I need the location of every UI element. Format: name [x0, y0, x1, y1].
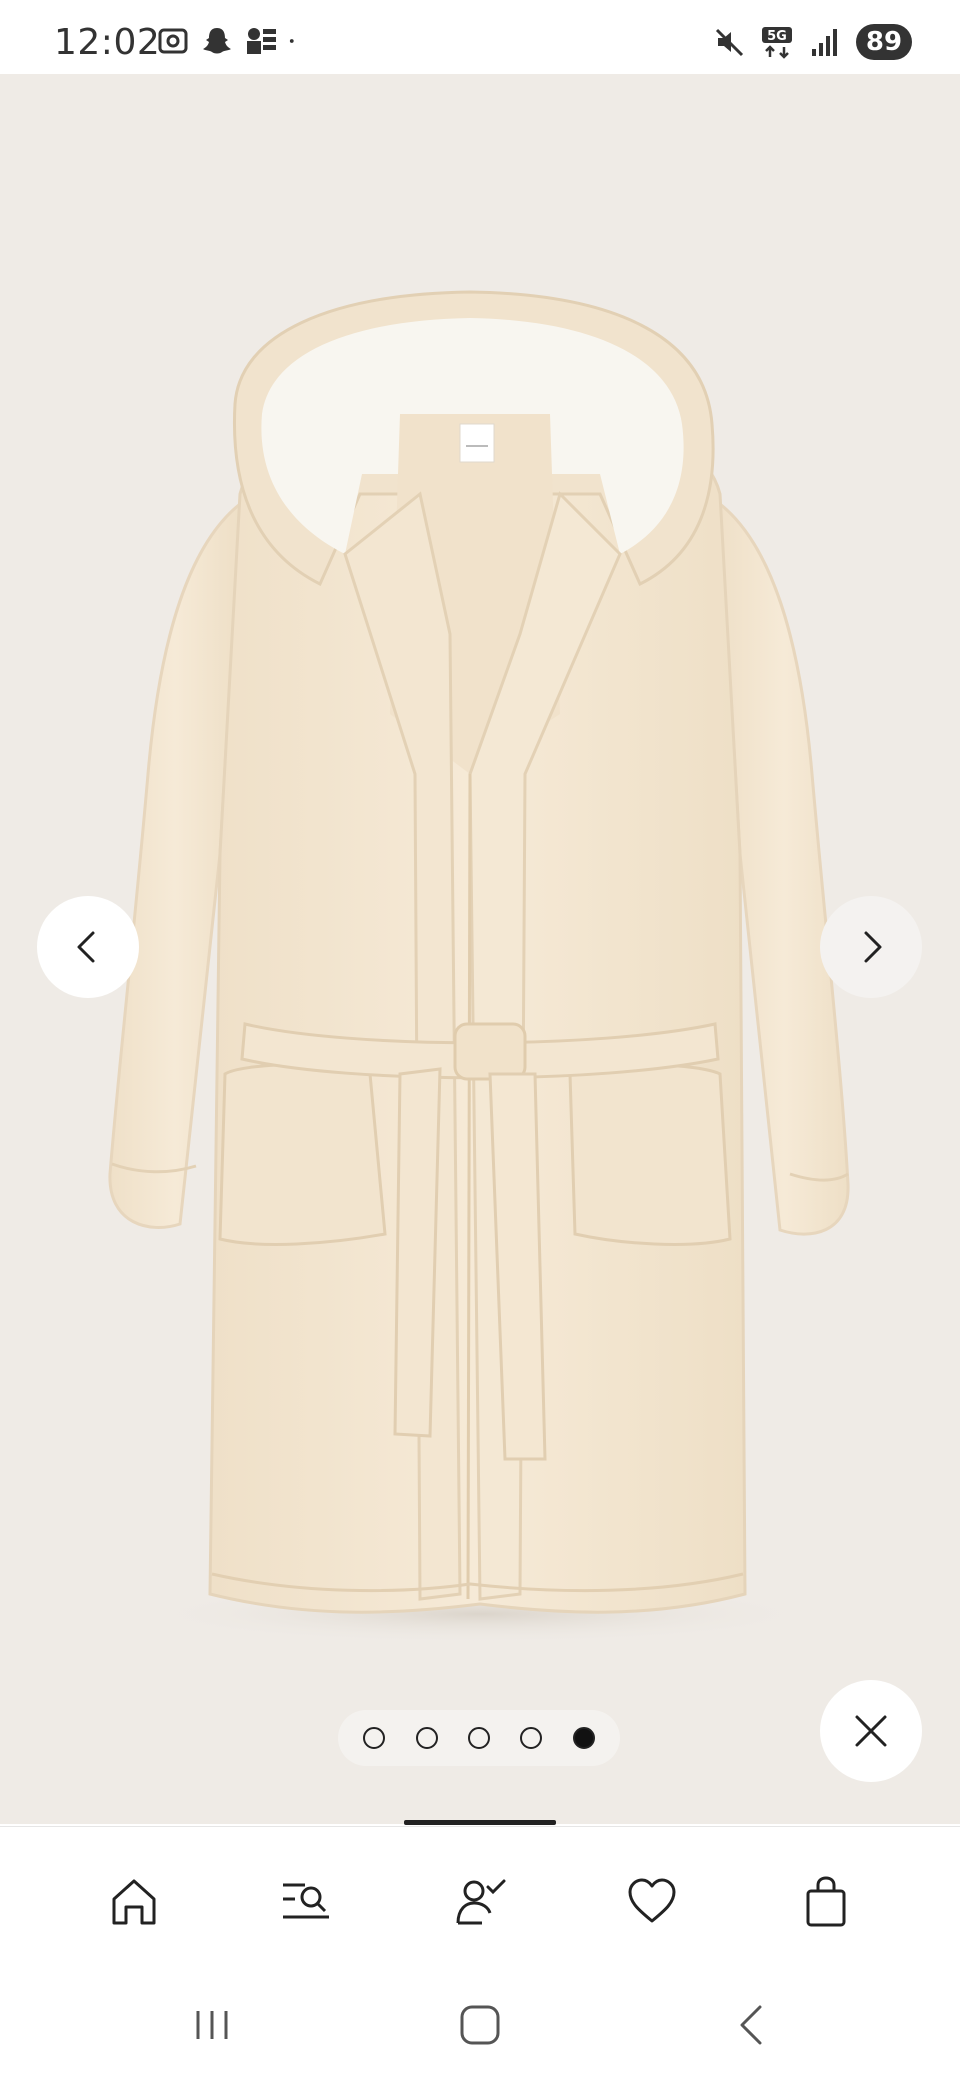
status-time: 12:02 [54, 22, 161, 63]
bottom-navigation [0, 1826, 960, 1971]
close-icon [855, 1715, 887, 1747]
pagination-dot-3[interactable] [467, 1727, 490, 1749]
recents-icon [196, 2011, 228, 2039]
pagination-dot-1[interactable] [363, 1727, 386, 1749]
5g-icon: 5G [762, 27, 792, 59]
recents-button[interactable] [182, 1995, 242, 2055]
tab-bag[interactable] [794, 1869, 858, 1933]
home-square-icon [460, 2005, 500, 2045]
system-navigation [0, 1971, 960, 2080]
back-icon [740, 2005, 762, 2045]
pagination-dot-4[interactable] [520, 1727, 543, 1749]
gallery-icon [247, 28, 276, 54]
previous-image-button[interactable] [37, 896, 139, 998]
status-icons-left [156, 24, 304, 58]
screenshot-icon [158, 28, 188, 54]
system-back-button[interactable] [722, 1995, 782, 2055]
heart-icon [628, 1878, 676, 1923]
scroll-indicator [404, 1820, 556, 1825]
tab-favorites[interactable] [620, 1869, 684, 1933]
product-gallery[interactable] [0, 74, 960, 1824]
tab-home[interactable] [102, 1869, 166, 1933]
next-image-button[interactable] [820, 896, 922, 998]
signal-icon [812, 29, 837, 56]
pagination-dot-2[interactable] [415, 1727, 438, 1749]
status-bar: 12:02 5G 89 [0, 0, 960, 74]
snapchat-icon [203, 28, 231, 54]
pagination-dot-5-active[interactable] [572, 1727, 595, 1749]
system-home-button[interactable] [450, 1995, 510, 2055]
battery-icon: 89 [856, 24, 912, 60]
dot-icon [289, 39, 294, 43]
tab-account[interactable] [448, 1869, 512, 1933]
account-check-icon [456, 1879, 506, 1925]
tab-search[interactable] [275, 1869, 339, 1933]
chevron-right-icon [864, 931, 882, 963]
mute-icon [715, 28, 744, 57]
search-list-icon [283, 1883, 329, 1919]
close-gallery-button[interactable] [820, 1680, 922, 1782]
image-pagination-dots [338, 1710, 620, 1766]
status-icons-right: 5G 89 [712, 24, 912, 60]
svg-text:5G: 5G [767, 29, 787, 44]
chevron-left-icon [77, 931, 95, 963]
home-icon [112, 1879, 156, 1925]
bathrobe-image [108, 290, 850, 1644]
shopping-bag-icon [806, 1876, 846, 1927]
